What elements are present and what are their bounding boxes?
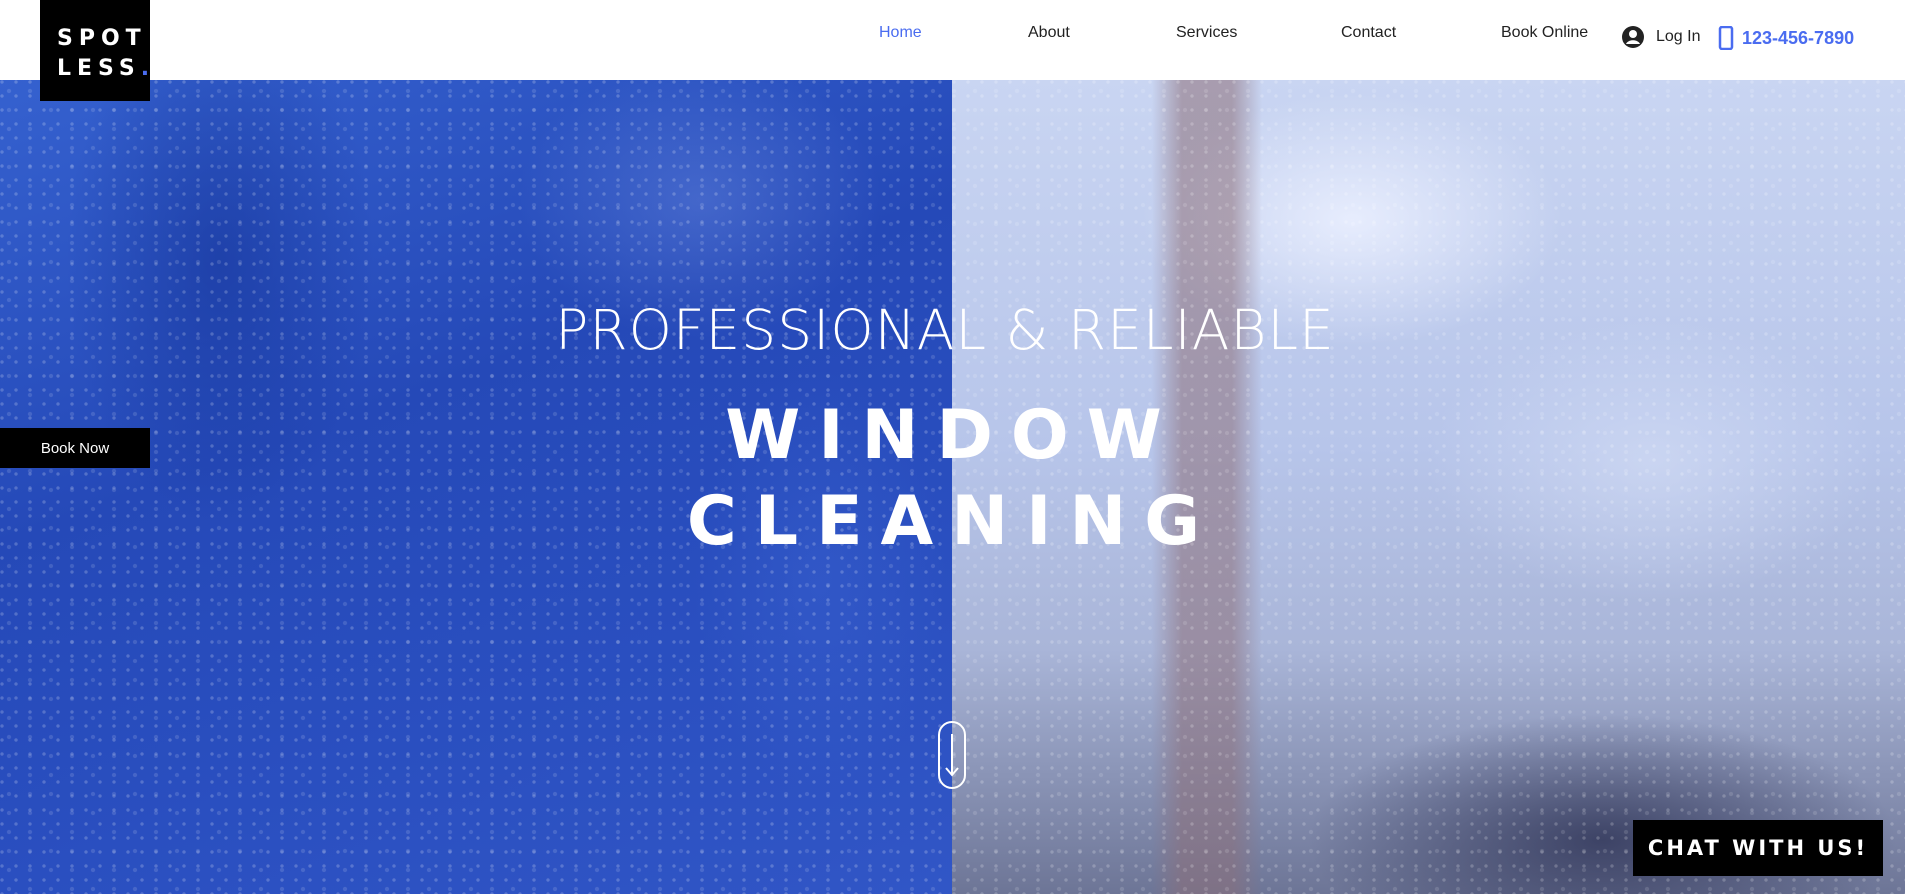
login-label: Log In	[1656, 28, 1701, 45]
nav-item-services[interactable]: Services	[1176, 24, 1237, 42]
scroll-down-icon[interactable]	[937, 720, 967, 790]
logo-line-2: LESS.	[57, 54, 150, 84]
phone-link[interactable]: 123-456-7890	[1718, 25, 1855, 51]
hero-section: PROFESSIONAL & RELIABLE WINDOW CLEANING …	[0, 80, 1905, 894]
nav-item-contact[interactable]: Contact	[1341, 24, 1396, 42]
page: PROFESSIONAL & RELIABLE WINDOW CLEANING …	[0, 0, 1905, 894]
phone-number: 123-456-7890	[1742, 27, 1855, 48]
main-nav: Home About Services Contact Book Online …	[0, 0, 1905, 70]
phone-icon	[1718, 25, 1734, 51]
hero-title-line-2: CLEANING	[686, 482, 1219, 561]
book-now-button[interactable]: Book Now	[0, 428, 150, 468]
logo-dot: .	[140, 56, 156, 81]
user-icon	[1622, 26, 1644, 48]
login-button[interactable]: Log In	[1622, 26, 1700, 48]
chat-with-us-button[interactable]: CHAT WITH US!	[1633, 820, 1883, 876]
logo-line-2-text: LESS	[57, 56, 141, 81]
nav-item-about[interactable]: About	[1028, 24, 1070, 42]
nav-item-book-online[interactable]: Book Online	[1501, 24, 1588, 42]
logo[interactable]: SPOT LESS.	[40, 0, 150, 101]
hero-subtitle: PROFESSIONAL & RELIABLE	[555, 298, 1335, 362]
site-header: Home About Services Contact Book Online …	[0, 0, 1905, 80]
nav-item-home[interactable]: Home	[879, 24, 922, 42]
hero-title-line-1: WINDOW	[725, 396, 1180, 475]
logo-line-1: SPOT	[57, 26, 147, 51]
